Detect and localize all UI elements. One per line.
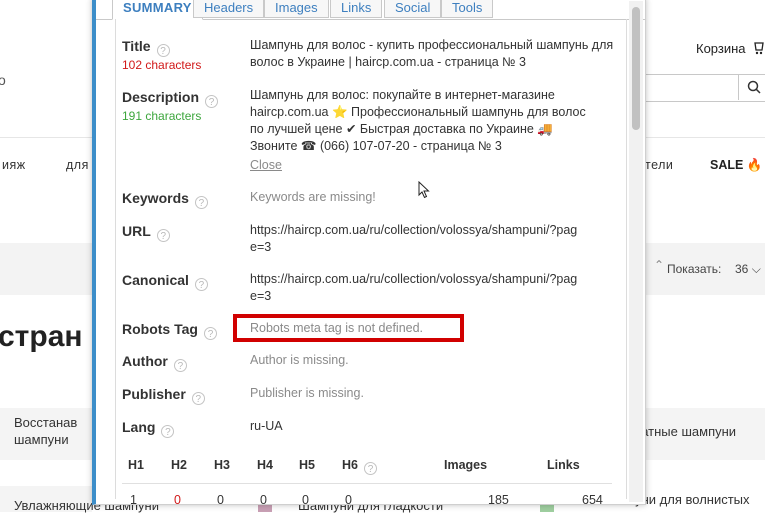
title-value: Шампунь для волос - купить профессиональ… — [250, 38, 614, 69]
tab-social[interactable]: Social — [384, 0, 442, 18]
category-card-label-3: ратные шампуни — [634, 424, 737, 439]
title-char-count: 102 characters — [122, 58, 202, 72]
tab-summary[interactable]: SUMMARY — [112, 0, 203, 20]
cell-h1[interactable]: 1 — [130, 493, 137, 507]
lang-value: ru-UA — [250, 419, 283, 433]
description-line: Звоните ☎ (066) 107-07-20 - страница № 3 — [250, 139, 502, 153]
col-h1: H1 — [128, 458, 144, 472]
help-icon[interactable]: ? — [173, 359, 187, 372]
publisher-label-text: Publisher — [122, 386, 186, 402]
lang-label: Lang? — [122, 419, 175, 438]
canonical-value: https://haircp.com.ua/ru/collection/volo… — [250, 272, 578, 303]
author-value: Author is missing. — [250, 353, 349, 367]
chevron-up-icon: ⌃ — [654, 258, 665, 272]
col-links: Links — [547, 458, 580, 472]
page-heading: стран — [0, 320, 83, 353]
cell-h5[interactable]: 0 — [302, 493, 309, 507]
tab-tools[interactable]: Tools — [441, 0, 494, 18]
description-close-link[interactable]: Close — [250, 158, 282, 172]
help-icon[interactable]: ? — [156, 229, 170, 242]
fire-icon: 🔥 — [746, 158, 763, 172]
col-h4: H4 — [257, 458, 273, 472]
nav-item-2[interactable]: для — [66, 158, 89, 172]
help-icon[interactable]: ? — [205, 95, 219, 108]
keywords-value: Keywords are missing! — [250, 190, 376, 204]
scrollbar-thumb[interactable] — [632, 7, 640, 130]
title-label: Title? — [122, 38, 170, 57]
description-line: haircp.com.ua ⭐ Профессиональный шампунь… — [250, 105, 586, 119]
url-label-text: URL — [122, 223, 151, 239]
author-label: Author? — [122, 353, 187, 372]
url-label: URL? — [122, 223, 170, 242]
description-label: Description? — [122, 89, 219, 108]
description-char-count: 191 characters — [122, 109, 202, 123]
description-label-text: Description — [122, 89, 200, 105]
canonical-label-text: Canonical — [122, 272, 189, 288]
nav-item-1[interactable]: ияж — [2, 158, 26, 172]
description-line: Шампунь для волос: покупайте в интернет-… — [250, 88, 555, 102]
help-icon[interactable]: ? — [161, 425, 175, 438]
author-label-text: Author — [122, 353, 168, 369]
cart-icon[interactable] — [754, 40, 765, 56]
logo-fragment: о — [0, 72, 6, 88]
table-divider — [122, 483, 612, 484]
keywords-label: Keywords? — [122, 190, 208, 209]
cart-link[interactable]: Корзина — [696, 41, 746, 56]
help-icon[interactable]: ? — [156, 44, 170, 57]
mouse-cursor-icon — [418, 181, 430, 199]
cell-h4[interactable]: 0 — [260, 493, 267, 507]
category-card-label-2: шампуни — [14, 432, 69, 447]
help-icon[interactable]: ? — [363, 462, 377, 475]
tab-bar: SUMMARY Headers Images Links Social Tool… — [96, 0, 645, 20]
popup-scrollbar[interactable] — [629, 1, 643, 502]
tab-links[interactable]: Links — [330, 0, 383, 18]
description-line: по лучшей цене ✔ Быстрая доставка по Укр… — [250, 122, 553, 136]
lang-label-text: Lang — [122, 419, 156, 435]
chevron-down-icon: ⌵ — [751, 262, 761, 276]
nav-sale[interactable]: SALE 🔥 — [710, 158, 762, 173]
help-icon[interactable]: ? — [194, 196, 208, 209]
description-value: Шампунь для волос: покупайте в интернет-… — [250, 87, 620, 155]
search-button[interactable] — [738, 75, 765, 100]
cell-links[interactable]: 654 — [582, 493, 603, 507]
category-card-label-1: Восстанав — [14, 415, 78, 430]
robots-label: Robots Tag? — [122, 321, 217, 340]
keywords-label-text: Keywords — [122, 190, 189, 206]
cell-h2[interactable]: 0 — [174, 493, 181, 507]
help-icon[interactable]: ? — [194, 278, 208, 291]
show-select[interactable]: 36 ⌵ — [735, 262, 761, 277]
col-images: Images — [444, 458, 488, 472]
col-h6: H6? — [342, 458, 377, 475]
col-h6-text: H6 — [342, 458, 358, 472]
cell-h6[interactable]: 0 — [345, 493, 352, 507]
publisher-label: Publisher? — [122, 386, 205, 405]
canonical-label: Canonical? — [122, 272, 208, 291]
robots-highlight-box — [233, 314, 464, 342]
publisher-value: Publisher is missing. — [250, 386, 364, 400]
seo-extension-popup: SUMMARY Headers Images Links Social Tool… — [92, 0, 646, 507]
tab-headers[interactable]: Headers — [193, 0, 265, 18]
nav-sale-label: SALE — [710, 158, 744, 172]
tab-images[interactable]: Images — [264, 0, 329, 18]
search-icon — [747, 80, 761, 94]
col-h3: H3 — [214, 458, 230, 472]
url-value: https://haircp.com.ua/ru/collection/volo… — [250, 223, 578, 254]
cell-images[interactable]: 185 — [488, 493, 509, 507]
col-h5: H5 — [299, 458, 315, 472]
nav-item-3[interactable]: тели — [645, 158, 673, 172]
robots-label-text: Robots Tag — [122, 321, 198, 337]
col-h2: H2 — [171, 458, 187, 472]
help-icon[interactable]: ? — [191, 392, 205, 405]
help-icon[interactable]: ? — [203, 327, 217, 340]
show-label: Показать: — [667, 262, 722, 276]
title-label-text: Title — [122, 38, 151, 54]
show-value: 36 — [735, 262, 749, 276]
cell-h3[interactable]: 0 — [217, 493, 224, 507]
